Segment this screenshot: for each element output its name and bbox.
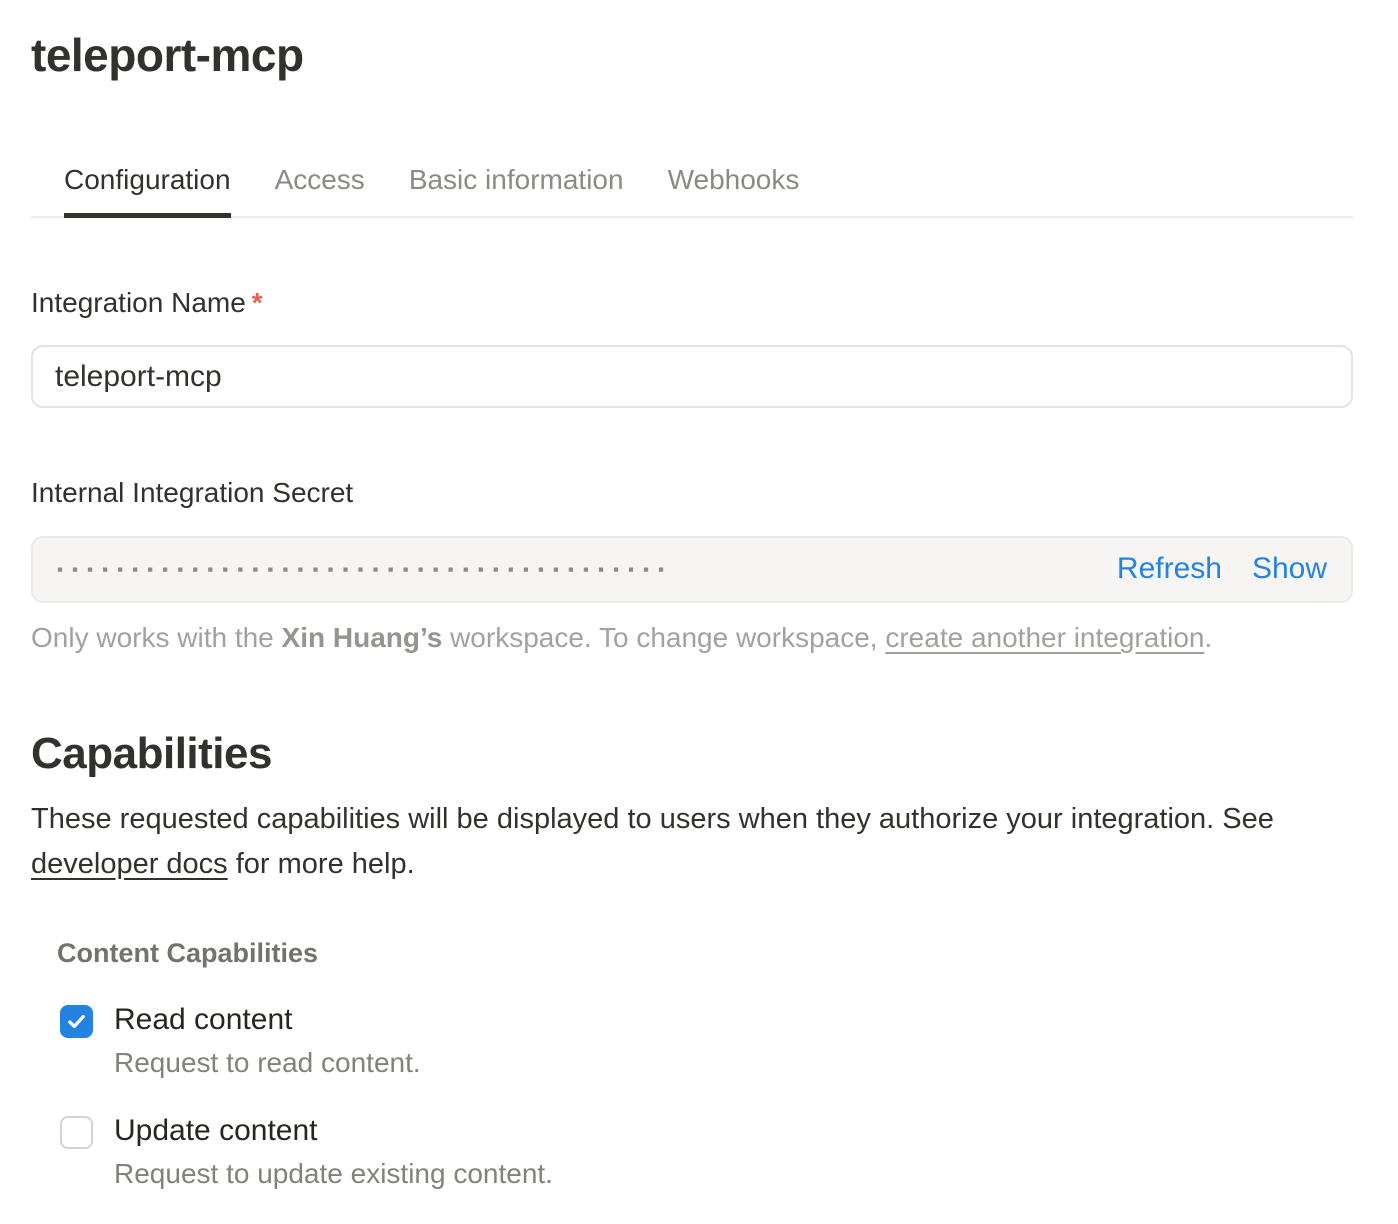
create-another-integration-link[interactable]: create another integration [885, 622, 1204, 653]
developer-docs-link[interactable]: developer docs [31, 848, 228, 880]
capabilities-description: These requested capabilities will be dis… [31, 797, 1353, 887]
capabilities-sections: Content Capabilities Read content Request … [31, 937, 1353, 1224]
workspace-helper-text: Only works with the Xin Huang’s workspac… [31, 620, 1353, 656]
capability-item-label: Update content [114, 1113, 553, 1149]
integration-name-label: Integration Name* [31, 286, 1353, 320]
tab-basic-information[interactable]: Basic information [409, 163, 624, 218]
workspace-name: Xin Huang’s [282, 622, 443, 653]
tab-webhooks[interactable]: Webhooks [668, 163, 800, 218]
checkmark-icon [65, 1010, 88, 1033]
required-asterisk: * [252, 287, 263, 318]
capability-item: Update content Request to update existing… [60, 1113, 1353, 1191]
capability-item-description: Request to read content. [114, 1046, 421, 1080]
integration-secret-label: Internal Integration Secret [31, 476, 1353, 510]
capability-item-text: Read content Request to read content. [114, 1002, 421, 1080]
integration-secret-field[interactable]: ▪▪▪▪▪▪▪▪▪▪▪▪▪▪▪▪▪▪▪▪▪▪▪▪▪▪▪▪▪▪▪▪▪▪▪▪▪▪▪▪… [31, 536, 1353, 603]
masked-secret-value: ▪▪▪▪▪▪▪▪▪▪▪▪▪▪▪▪▪▪▪▪▪▪▪▪▪▪▪▪▪▪▪▪▪▪▪▪▪▪▪▪… [57, 560, 673, 580]
unchecked-checkbox[interactable] [60, 1116, 93, 1149]
capabilities-heading: Capabilities [31, 728, 1353, 781]
tab-configuration[interactable]: Configuration [64, 163, 231, 218]
integration-name-label-text: Integration Name [31, 287, 246, 318]
capability-item-label: Read content [114, 1002, 421, 1038]
checked-checkbox[interactable] [60, 1005, 93, 1038]
integration-settings-page: teleport-mcp Configuration Access Basic in… [0, 0, 1398, 1224]
capability-item-description: Request to update existing content. [114, 1157, 553, 1191]
capability-item-text: Update content Request to update existing… [114, 1113, 553, 1191]
helper-middle: workspace. To change workspace, [442, 622, 885, 653]
capability-item: Read content Request to read content. [60, 1002, 1353, 1080]
capabilities-description-suffix: for more help. [228, 848, 415, 880]
helper-prefix: Only works with the [31, 622, 282, 653]
show-secret-button[interactable]: Show [1252, 551, 1327, 587]
integration-name-input[interactable] [31, 345, 1353, 408]
capabilities-description-text: These requested capabilities will be dis… [31, 803, 1274, 835]
refresh-secret-button[interactable]: Refresh [1117, 551, 1222, 587]
secret-actions: Refresh Show [1097, 551, 1327, 587]
helper-suffix: . [1204, 622, 1212, 653]
page-title: teleport-mcp [31, 28, 1353, 83]
capability-section-heading: Content Capabilities [57, 937, 1353, 969]
tab-access[interactable]: Access [275, 163, 365, 218]
tab-bar: Configuration Access Basic information Webh… [31, 163, 1353, 218]
